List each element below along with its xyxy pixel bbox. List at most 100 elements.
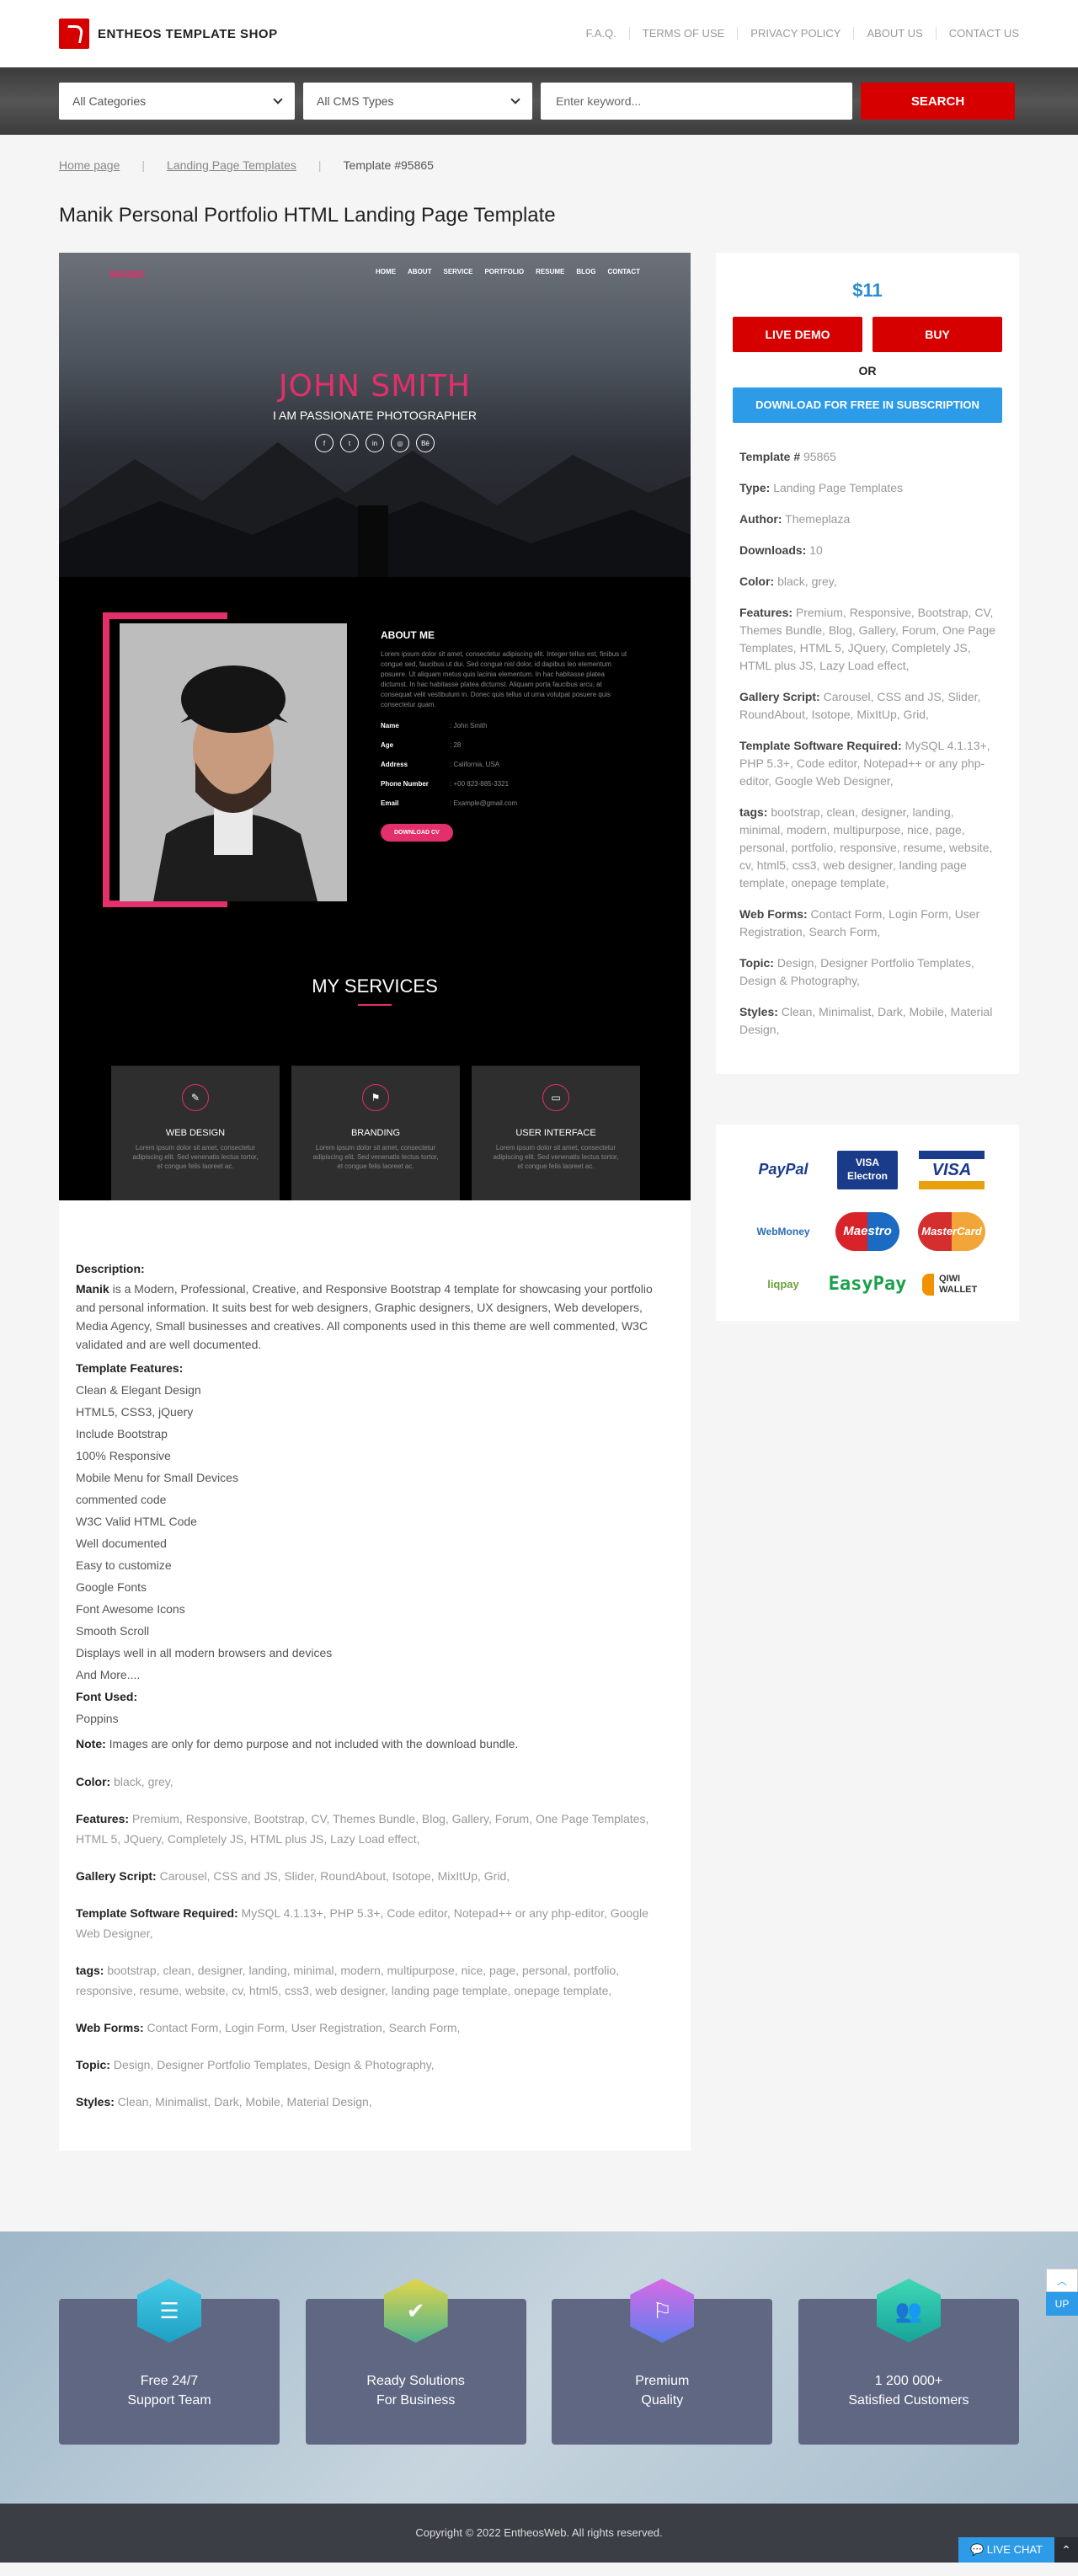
preview-menu-item: RESUME [536,268,565,275]
description-panel: Description: Manik is a Modern, Professi… [59,1200,691,2151]
info-row: Age: 28 [381,741,633,749]
service-card: ▭ USER INTERFACE Lorem ipsum dolor sit a… [472,1066,640,1200]
linkedin-icon: in [366,434,384,452]
prop-gallery: Gallery Script: Carousel, CSS and JS, Sl… [76,1869,510,1883]
search-button[interactable]: SEARCH [861,83,1015,120]
or-label: OR [858,364,877,377]
preview-menu-item: HOME [376,268,397,275]
feature-item: Well documented [76,1537,167,1550]
service-text: Lorem ipsum dolor sit amet, consectetur … [312,1144,439,1170]
feature-list: Clean & Elegant Design HTML5, CSS3, jQue… [76,1379,674,1686]
check-icon: ✔ [383,2279,448,2343]
prop-color: Color: black, grey, [76,1775,173,1788]
meta-color: Color: black, grey, [739,575,837,588]
search-bar: All Categories All CMS Types SEARCH [0,67,1078,135]
service-card: ⚑ BRANDING Lorem ipsum dolor sit amet, c… [291,1066,460,1200]
chat-bubble-icon: 💬 [969,2543,987,2556]
feature-item: And More.... [76,1668,141,1681]
meta-gallery: Gallery Script: Carousel, CSS and JS, Sl… [739,690,981,721]
chevron-up-icon[interactable]: ⌃ [1054,2537,1078,2563]
category-select[interactable]: All Categories [59,83,295,120]
template-meta: Template # 95865 Type: Landing Page Temp… [733,423,1002,1039]
breadcrumb-home[interactable]: Home page [59,158,120,172]
nav-terms[interactable]: TERMS OF USE [628,27,738,40]
feature-line2: Support Team [127,2393,211,2408]
feature-line2: Satisfied Customers [848,2393,969,2408]
cms-select[interactable]: All CMS Types [303,83,532,120]
download-subscription-button[interactable]: DOWNLOAD FOR FREE IN SUBSCRIPTION [733,387,1002,423]
nav-faq[interactable]: F.A.Q. [574,27,629,40]
info-key: Address [381,761,408,768]
mastercard-logo: MasterCard [918,1211,985,1251]
feature-item: Mobile Menu for Small Devices [76,1471,238,1484]
breadcrumb-section[interactable]: Landing Page Templates [167,158,296,172]
chevron-down-icon [510,94,520,104]
webmoney-logo: WebMoney [756,1225,810,1237]
preview-menu: HOME ABOUT SERVICE PORTFOLIO RESUME BLOG… [376,268,640,281]
prop-styles: Styles: Clean, Minimalist, Dark, Mobile,… [76,2095,372,2108]
feature-item: W3C Valid HTML Code [76,1515,197,1528]
laptop-icon: ▭ [542,1084,569,1111]
feature-line1: Premium [635,2374,690,2388]
copyright: Copyright © 2022 EntheosWeb. All rights … [415,2526,663,2539]
preview-menu-item: PORTFOLIO [484,268,525,275]
live-chat-button[interactable]: 💬 LIVE CHAT [958,2537,1054,2563]
live-demo-button[interactable]: LIVE DEMO [733,317,862,352]
breadcrumb-current: Template #95865 [343,158,434,172]
template-preview-image[interactable]: MANIK HOME ABOUT SERVICE PORTFOLIO RESUM… [59,253,691,1200]
top-header: ENTHEOS TEMPLATE SHOP F.A.Q. TERMS OF US… [0,0,1078,67]
features-label: Template Features: [76,1361,184,1375]
service-text: Lorem ipsum dolor sit amet, consectetur … [493,1144,619,1170]
preview-menu-item: CONTACT [607,268,640,275]
keyword-input[interactable] [541,83,852,120]
feature-item: 100% Responsive [76,1449,171,1462]
features-band: ☰ Free 24/7 Support Team ✔ Ready Solutio… [0,2231,1078,2504]
buy-button[interactable]: BUY [873,317,1002,352]
service-name: USER INTERFACE [515,1128,596,1138]
feature-item: Displays well in all modern browsers and… [76,1646,333,1659]
meta-author: Author: Themeplaza [739,512,851,526]
info-row: Name: John Smith [381,722,633,730]
flag-icon: ⚑ [362,1084,389,1111]
feature-item: Easy to customize [76,1558,172,1572]
prop-features: Features: Premium, Responsive, Bootstrap… [76,1812,649,1846]
info-value: : +00 823-885-3321 [450,780,510,788]
preview-brand: MANIK [109,268,146,281]
live-chat-widget[interactable]: 💬 LIVE CHAT ⌃ [958,2537,1078,2563]
scroll-up-widget[interactable]: ︿ UP [1046,2269,1078,2316]
description-label: Description: [76,1262,145,1275]
preview-menu-item: ABOUT [408,268,432,275]
up-button[interactable]: UP [1046,2292,1078,2316]
preview-hero: MANIK HOME ABOUT SERVICE PORTFOLIO RESUM… [59,253,691,577]
feature-card-support: ☰ Free 24/7 Support Team [59,2279,280,2445]
about-text: ABOUT ME Lorem ipsum dolor sit amet, con… [381,629,633,842]
nav-contact[interactable]: CONTACT US [935,27,1019,40]
users-icon: 👥 [876,2279,941,2343]
meta-tags: tags: bootstrap, clean, designer, landin… [739,805,993,890]
service-card: ✎ WEB DESIGN Lorem ipsum dolor sit amet,… [111,1066,280,1200]
paypal-logo: PayPal [758,1161,808,1178]
service-cards: ✎ WEB DESIGN Lorem ipsum dolor sit amet,… [111,1066,640,1200]
breadcrumb-separator: | [141,158,146,172]
nav-about[interactable]: ABOUT US [853,27,935,40]
description-text: Manik is a Modern, Professional, Creativ… [76,1282,653,1351]
logo[interactable]: ENTHEOS TEMPLATE SHOP [59,19,278,49]
top-nav: F.A.Q. TERMS OF USE PRIVACY POLICY ABOUT… [574,27,1019,40]
logo-text: ENTHEOS TEMPLATE SHOP [98,26,278,41]
info-key: Email [381,799,399,807]
nav-privacy[interactable]: PRIVACY POLICY [737,27,853,40]
meta-downloads: Downloads: 10 [739,543,823,557]
chat-icon: ☰ [137,2279,201,2343]
chevron-up-icon[interactable]: ︿ [1046,2269,1078,2292]
feature-card-solutions: ✔ Ready Solutions For Business [305,2279,526,2445]
about-paragraph: Lorem ipsum dolor sit amet, consectetur … [381,650,627,708]
services-title: MY SERVICES [312,975,438,997]
preview-hero-tagline: I AM PASSIONATE PHOTOGRAPHER [273,409,477,422]
page-title: Manik Personal Portfolio HTML Landing Pa… [59,204,556,227]
visa-logo: VISA [919,1150,985,1189]
footer: Copyright © 2022 EntheosWeb. All rights … [0,2504,1078,2563]
info-row: Phone Number: +00 823-885-3321 [381,780,633,788]
info-key: Name [381,722,399,730]
easypay-logo: EasyPay [828,1274,907,1295]
payment-methods: PayPal VISA Electron VISA WebMoney Maest… [716,1125,1019,1321]
